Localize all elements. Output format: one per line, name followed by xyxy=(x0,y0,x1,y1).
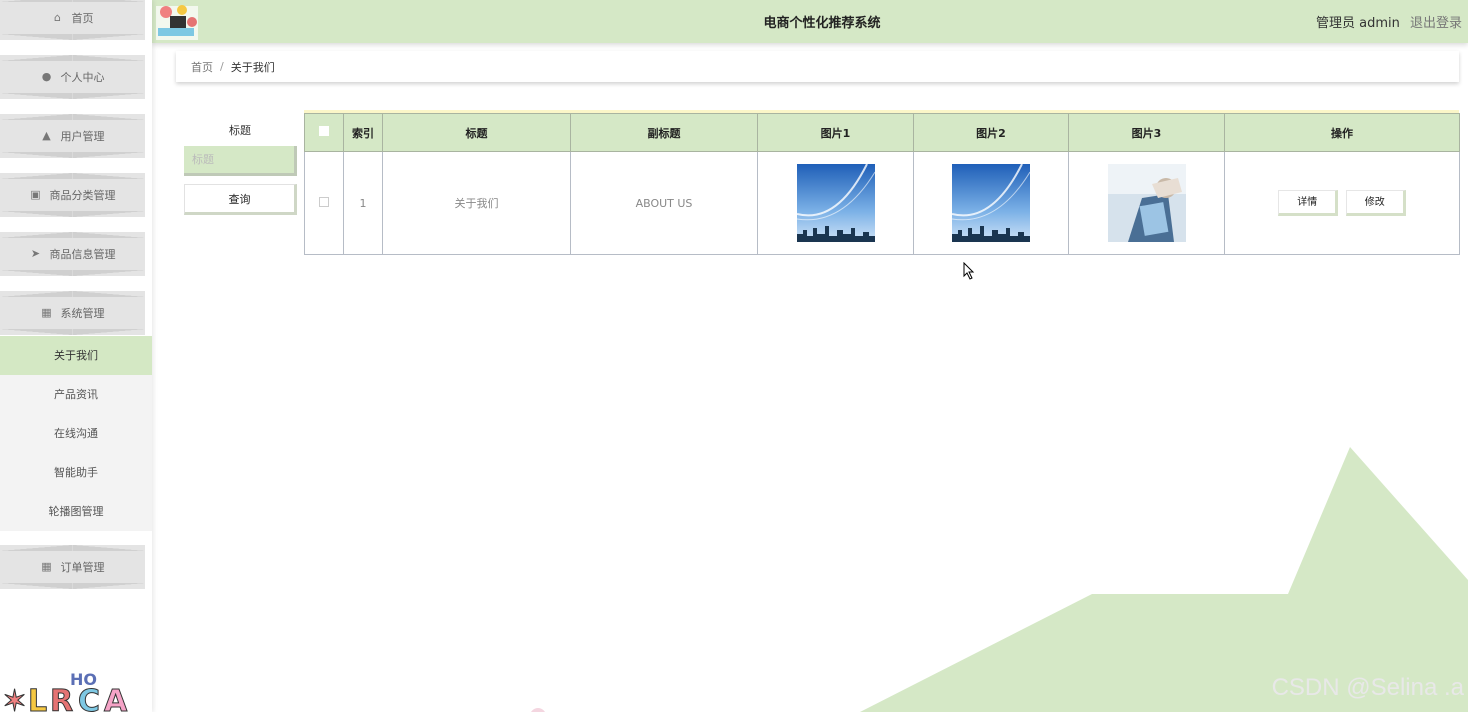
image2-thumbnail[interactable] xyxy=(952,164,1030,242)
system-submenu: 关于我们 产品资讯 在线沟通 智能助手 轮播图管理 xyxy=(0,336,152,531)
sidebar-item-label: 用户管理 xyxy=(60,130,105,143)
svg-text:C: C xyxy=(78,684,100,712)
sidebar-item-category[interactable]: ▣ 商品分类管理 xyxy=(0,173,145,217)
breadcrumb-separator: / xyxy=(220,60,224,73)
sidebar: ⌂ 首页 ● 个人中心 ▲ 用户管理 ▣ 商品分类管理 ➤ 商品信息管理 ▦ 系… xyxy=(0,0,152,712)
sidebar-item-users[interactable]: ▲ 用户管理 xyxy=(0,114,145,158)
column-header: 图片1 xyxy=(757,113,914,152)
detail-button[interactable]: 详情 xyxy=(1278,190,1339,216)
svg-text:A: A xyxy=(104,684,128,712)
title-search-input[interactable] xyxy=(184,146,297,176)
image3-thumbnail[interactable] xyxy=(1107,164,1186,242)
select-all-header xyxy=(304,113,344,152)
svg-text:✶: ✶ xyxy=(2,684,27,712)
edit-button[interactable]: 修改 xyxy=(1345,190,1406,216)
title-cell: 关于我们 xyxy=(382,151,571,255)
sidebar-item-system[interactable]: ▦ 系统管理 xyxy=(0,291,145,335)
row-select-cell xyxy=(304,151,344,255)
grid-icon: ▦ xyxy=(41,560,52,573)
column-header: 图片2 xyxy=(913,113,1069,152)
svg-text:R: R xyxy=(50,684,73,712)
sidebar-item-label: 首页 xyxy=(71,12,94,25)
sidebar-item-label: 个人中心 xyxy=(60,71,105,84)
sidebar-logo-illustration: HO ✶ L R C A xyxy=(2,670,129,712)
submenu-about-us[interactable]: 关于我们 xyxy=(0,336,152,375)
sidebar-item-label: 系统管理 xyxy=(60,307,105,320)
background-decoration xyxy=(531,447,1468,712)
table-row: 1 关于我们 ABOUT US 详情 修改 xyxy=(304,151,1460,255)
admin-label: 管理员 admin xyxy=(1315,16,1400,31)
breadcrumb-home[interactable]: 首页 xyxy=(191,59,213,75)
breadcrumb: 首页 / 关于我们 xyxy=(176,51,1459,82)
column-header: 标题 xyxy=(382,113,571,152)
column-header: 操作 xyxy=(1224,113,1460,152)
sidebar-item-profile[interactable]: ● 个人中心 xyxy=(0,55,145,99)
search-title-label: 标题 xyxy=(229,124,251,137)
column-header: 图片3 xyxy=(1068,113,1225,152)
breadcrumb-current: 关于我们 xyxy=(230,60,275,74)
chart-icon: ▣ xyxy=(30,188,41,201)
data-table: 索引 标题 副标题 图片1 图片2 图片3 操作 1 关于我们 ABOUT US xyxy=(304,110,1460,255)
column-header: 索引 xyxy=(343,113,383,152)
home-icon: ⌂ xyxy=(54,11,61,24)
mouse-cursor-icon xyxy=(963,262,975,280)
sidebar-item-label: 订单管理 xyxy=(60,561,105,574)
image3-cell xyxy=(1068,151,1225,255)
submenu-online-chat[interactable]: 在线沟通 xyxy=(0,414,152,453)
watermark: CSDN @Selina .a xyxy=(1271,674,1464,701)
submenu-assistant[interactable]: 智能助手 xyxy=(0,453,152,492)
sidebar-item-orders[interactable]: ▦ 订单管理 xyxy=(0,545,145,589)
table-header-row: 索引 标题 副标题 图片1 图片2 图片3 操作 xyxy=(304,113,1460,152)
thumbs-icon: ▲ xyxy=(42,129,51,142)
row-checkbox[interactable] xyxy=(319,196,329,207)
index-cell: 1 xyxy=(343,151,383,255)
image1-cell xyxy=(757,151,914,255)
submenu-carousel[interactable]: 轮播图管理 xyxy=(0,492,152,531)
submenu-product-news[interactable]: 产品资讯 xyxy=(0,375,152,414)
sidebar-item-products[interactable]: ➤ 商品信息管理 xyxy=(0,232,145,276)
send-icon: ➤ xyxy=(30,247,41,260)
logout-link[interactable]: 退出登录 xyxy=(1410,16,1462,31)
sidebar-item-home[interactable]: ⌂ 首页 xyxy=(0,0,145,40)
actions-cell: 详情 修改 xyxy=(1224,151,1460,255)
image1-thumbnail[interactable] xyxy=(796,164,875,242)
subtitle-cell: ABOUT US xyxy=(570,151,758,255)
sidebar-item-label: 商品分类管理 xyxy=(49,189,116,202)
user-icon: ● xyxy=(41,70,52,83)
grid-icon: ▦ xyxy=(41,306,52,319)
query-button[interactable]: 查询 xyxy=(184,184,297,215)
select-all-checkbox[interactable] xyxy=(319,126,329,136)
column-header: 副标题 xyxy=(570,113,758,152)
image2-cell xyxy=(913,151,1069,255)
user-area: 管理员 admin 退出登录 xyxy=(1316,12,1462,31)
sidebar-item-label: 商品信息管理 xyxy=(49,248,116,261)
svg-text:L: L xyxy=(28,684,47,712)
top-header: 电商个性化推荐系统 管理员 admin 退出登录 xyxy=(152,0,1468,43)
system-title: 电商个性化推荐系统 xyxy=(763,16,881,31)
